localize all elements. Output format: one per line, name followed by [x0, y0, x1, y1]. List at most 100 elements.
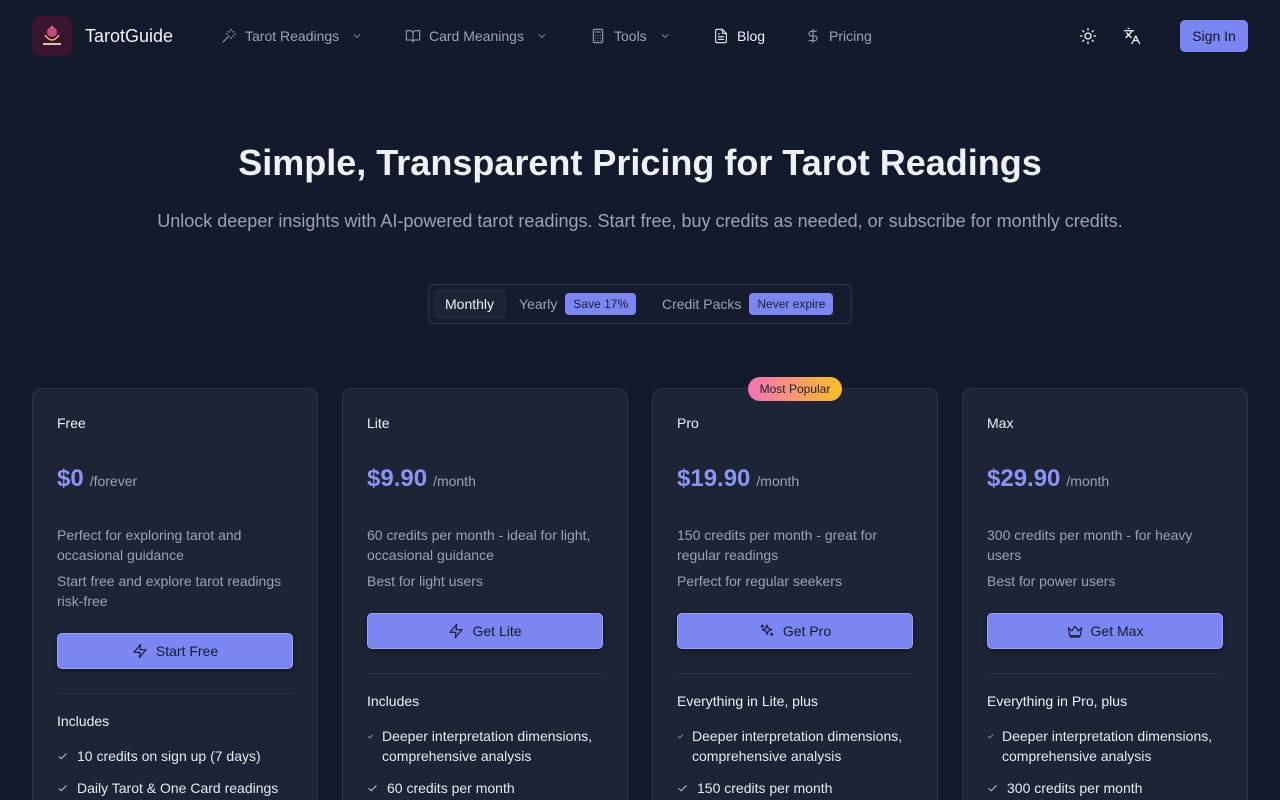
plan-card-max: Max $29.90 /month 300 credits per month …: [962, 388, 1248, 800]
price-amount: $29.90: [987, 465, 1061, 492]
tab-yearly-label: Yearly: [519, 296, 558, 312]
feature-text: 150 credits per month: [697, 780, 833, 796]
nav-tools[interactable]: Tools: [590, 26, 671, 46]
tab-credit-packs-label: Credit Packs: [662, 296, 742, 312]
check-icon: [57, 746, 69, 766]
price-amount: $9.90: [367, 465, 428, 492]
plan-tagline: Best for light users: [367, 573, 483, 589]
feature-text: 10 credits on sign up (7 days): [77, 748, 261, 764]
price-amount: $0: [57, 465, 84, 492]
feature-item: 300 credits per month: [987, 778, 1232, 798]
plan-card-lite: Lite $9.90 /month 60 credits per month -…: [342, 388, 628, 800]
top-nav: TarotGuide Tarot Readings Card Meanings …: [0, 0, 1280, 72]
cta-label: Get Pro: [782, 623, 832, 639]
zap-icon: [449, 623, 464, 639]
page-title: Simple, Transparent Pricing for Tarot Re…: [238, 142, 1042, 183]
tab-yearly[interactable]: Yearly Save 17%: [507, 289, 648, 319]
plan-description: Perfect for exploring tarot and occasion…: [57, 527, 242, 563]
feature-text: Deeper interpretation dimensions, compre…: [382, 728, 593, 764]
plan-name: Max: [987, 415, 1014, 431]
nav-label: Tools: [614, 28, 647, 44]
sun-icon: [1079, 27, 1097, 45]
translate-icon: [1123, 27, 1141, 45]
plan-name: Free: [57, 415, 86, 431]
language-button[interactable]: [1120, 24, 1144, 48]
dollar-icon: [808, 28, 818, 44]
feature-text: Deeper interpretation dimensions, compre…: [692, 728, 903, 764]
check-icon: [987, 726, 995, 746]
divider: [367, 673, 603, 674]
billing-toggle: Monthly Yearly Save 17% Credit Packs Nev…: [428, 284, 852, 324]
theme-toggle-button[interactable]: [1076, 24, 1100, 48]
includes-heading: Includes: [57, 713, 110, 729]
tab-monthly-label: Monthly: [445, 296, 495, 312]
divider: [677, 673, 913, 674]
plan-name: Lite: [367, 415, 390, 431]
check-icon: [677, 726, 685, 746]
feature-item: 60 credits per month: [367, 778, 612, 798]
most-popular-badge: Most Popular: [748, 377, 842, 401]
page-subtitle: Unlock deeper insights with AI-powered t…: [157, 211, 1123, 231]
price-period: /forever: [89, 473, 138, 489]
nav-pricing[interactable]: Pricing: [805, 26, 872, 46]
get-max-button[interactable]: Get Max: [987, 613, 1223, 649]
check-icon: [987, 778, 999, 798]
check-icon: [367, 778, 379, 798]
check-icon: [57, 778, 69, 798]
cta-label: Start Free: [155, 643, 219, 659]
cta-label: Get Max: [1090, 623, 1144, 639]
start-free-button[interactable]: Start Free: [57, 633, 293, 669]
feature-text: 60 credits per month: [387, 780, 515, 796]
feature-text: Deeper interpretation dimensions, compre…: [1002, 728, 1213, 764]
plan-card-pro: Pro $19.90 /month 150 credits per month …: [652, 388, 938, 800]
price-amount: $19.90: [677, 465, 751, 492]
plan-price: $29.90 /month: [987, 465, 1109, 493]
zap-icon: [133, 643, 147, 659]
plan-tagline: Start free and explore tarot readings ri…: [57, 573, 282, 609]
sparkles-icon: [760, 624, 774, 637]
never-expire-badge: Never expire: [749, 293, 834, 315]
tab-monthly[interactable]: Monthly: [433, 289, 507, 319]
nav-label: Blog: [737, 28, 766, 44]
chevron-down-icon: [661, 34, 669, 38]
wand-icon: [222, 28, 237, 43]
divider: [57, 693, 293, 694]
plan-card-free: Free $0 /forever Perfect for exploring t…: [32, 388, 318, 800]
get-lite-button[interactable]: Get Lite: [367, 613, 603, 649]
check-icon: [677, 778, 689, 798]
includes-heading: Everything in Pro, plus: [987, 693, 1128, 709]
logo[interactable]: [32, 16, 72, 56]
feature-item: Daily Tarot & One Card readings: [57, 778, 302, 798]
calculator-icon: [592, 28, 604, 44]
nav-blog[interactable]: Blog: [713, 26, 765, 46]
get-pro-button[interactable]: Get Pro: [677, 613, 913, 649]
logo-icon: [43, 25, 61, 45]
nav-card-meanings[interactable]: Card Meanings: [405, 26, 548, 46]
feature-item: Deeper interpretation dimensions, compre…: [987, 726, 1232, 766]
sign-in-button[interactable]: Sign In: [1180, 20, 1248, 52]
crown-icon: [1067, 625, 1082, 638]
feature-item: 150 credits per month: [677, 778, 922, 798]
brand-name[interactable]: TarotGuide: [85, 26, 173, 47]
cta-label: Get Lite: [472, 623, 522, 639]
chevron-down-icon: [353, 34, 361, 38]
plan-tagline: Perfect for regular seekers: [677, 573, 842, 589]
divider: [987, 673, 1223, 674]
chevron-down-icon: [538, 34, 546, 38]
plan-price: $9.90 /month: [367, 465, 476, 493]
price-period: /month: [433, 473, 476, 489]
feature-text: Daily Tarot & One Card readings: [77, 780, 279, 796]
nav-label: Pricing: [829, 28, 872, 44]
book-icon: [405, 30, 421, 43]
check-icon: [367, 726, 375, 746]
feature-item: 10 credits on sign up (7 days): [57, 746, 302, 766]
plan-name: Pro: [677, 415, 699, 431]
nav-tarot-readings[interactable]: Tarot Readings: [221, 26, 363, 46]
tab-credit-packs[interactable]: Credit Packs Never expire: [650, 289, 845, 319]
feature-item: Deeper interpretation dimensions, compre…: [677, 726, 922, 766]
nav-label: Tarot Readings: [245, 28, 340, 44]
document-icon: [715, 28, 727, 44]
feature-item: Deeper interpretation dimensions, compre…: [367, 726, 612, 766]
plan-price: $0 /forever: [57, 465, 137, 493]
plan-description: 300 credits per month - for heavy users: [987, 527, 1193, 563]
